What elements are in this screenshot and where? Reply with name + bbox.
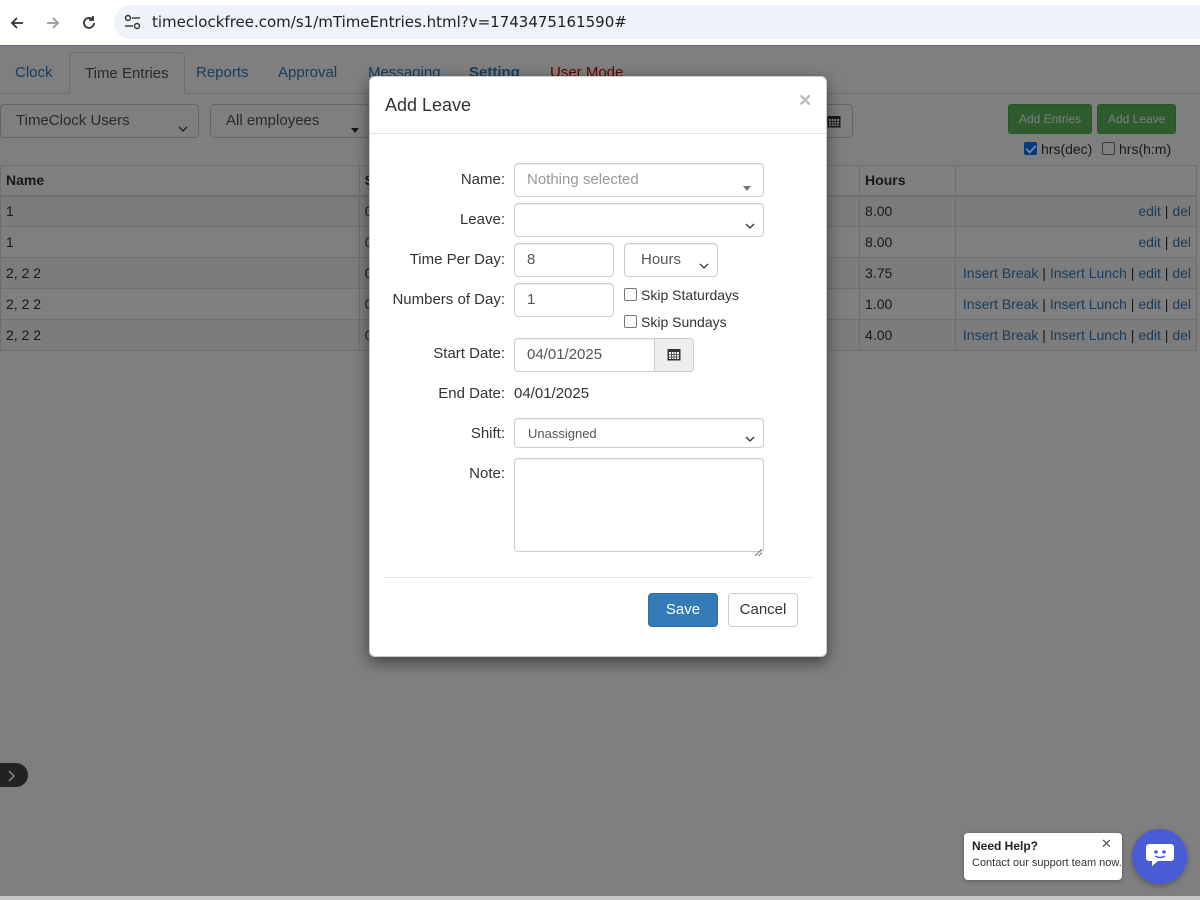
skip-sundays-checkbox[interactable]: [624, 315, 637, 328]
shift-value: Unassigned: [528, 426, 597, 441]
time-per-day-input[interactable]: 8: [514, 243, 614, 277]
site-settings-icon[interactable]: [124, 14, 142, 33]
url-text: timeclockfree.com/s1/mTimeEntries.html?v…: [152, 13, 627, 31]
numbers-of-day-input[interactable]: 1: [514, 283, 614, 317]
help-close-icon[interactable]: ✕: [1101, 836, 1112, 852]
start-date-input[interactable]: 04/01/2025: [514, 338, 655, 372]
close-icon[interactable]: ×: [799, 89, 811, 113]
leave-select[interactable]: [514, 203, 764, 237]
start-date-picker-button[interactable]: [654, 338, 694, 372]
caret-down-icon: [743, 178, 751, 195]
add-leave-modal: Add Leave × Name: Nothing selected Leave…: [369, 76, 827, 657]
modal-divider: [370, 133, 826, 134]
modal-footer-divider: [385, 577, 813, 578]
name-select[interactable]: Nothing selected: [514, 163, 764, 197]
name-label: Name:: [460, 171, 505, 188]
skip-sundays-option[interactable]: Skip Sundays: [624, 314, 727, 330]
help-title: Need Help?: [972, 839, 1039, 853]
address-bar[interactable]: timeclockfree.com/s1/mTimeEntries.html?v…: [114, 5, 1200, 39]
leave-label: Leave:: [459, 211, 505, 228]
help-subtitle: Contact our support team now.: [972, 857, 1122, 869]
chevron-down-icon: [745, 430, 755, 445]
chat-bubble-icon: [1145, 842, 1175, 871]
start-date-label: Start Date:: [433, 345, 505, 362]
shift-label: Shift:: [470, 425, 505, 442]
skip-saturdays-checkbox[interactable]: [624, 288, 637, 301]
bottom-strip: [0, 896, 1200, 900]
skip-saturdays-label: Skip Staturdays: [641, 287, 740, 303]
time-unit-select[interactable]: Hours: [624, 243, 718, 277]
time-per-day-label: Time Per Day:: [409, 251, 505, 268]
browser-toolbar: timeclockfree.com/s1/mTimeEntries.html?v…: [0, 0, 1200, 46]
time-unit-value: Hours: [641, 251, 682, 268]
note-label: Note:: [469, 465, 505, 482]
help-bubble[interactable]: Need Help? Contact our support team now.…: [964, 833, 1122, 880]
cancel-button[interactable]: Cancel: [728, 593, 798, 627]
calendar-icon: [667, 347, 681, 364]
shift-select[interactable]: Unassigned: [514, 418, 764, 448]
skip-sundays-label: Skip Sundays: [641, 314, 727, 330]
reload-icon[interactable]: [77, 11, 101, 35]
resize-handle-icon[interactable]: [754, 543, 763, 559]
note-textarea[interactable]: [514, 458, 764, 552]
skip-saturdays-option[interactable]: Skip Staturdays: [624, 287, 739, 303]
modal-title: Add Leave: [385, 95, 472, 115]
chat-support-button[interactable]: [1132, 829, 1187, 884]
name-placeholder: Nothing selected: [527, 171, 639, 188]
save-button[interactable]: Save: [648, 593, 718, 627]
end-date-label: End Date:: [438, 385, 505, 402]
end-date-value: 04/01/2025: [514, 385, 590, 402]
forward-arrow-icon[interactable]: [41, 11, 65, 35]
numbers-of-day-label: Numbers of Day:: [392, 291, 505, 308]
chevron-down-icon: [699, 256, 709, 273]
chevron-down-icon: [745, 216, 755, 233]
back-arrow-icon[interactable]: [5, 11, 29, 35]
